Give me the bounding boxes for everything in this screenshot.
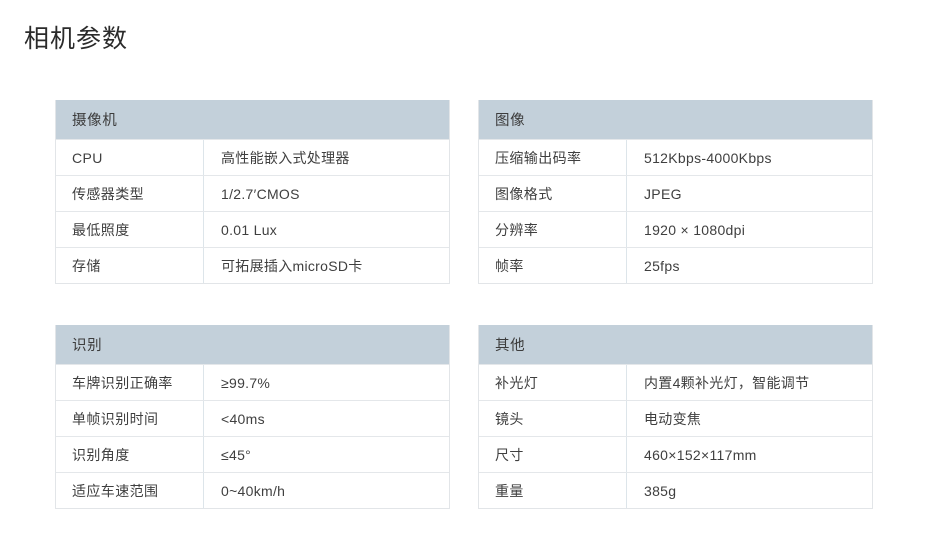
spec-label: 尺寸 xyxy=(479,437,627,472)
camera-spec-page: 相机参数 摄像机 CPU 高性能嵌入式处理器 传感器类型 1/2.7′CMOS … xyxy=(0,0,945,546)
spec-value: 内置4颗补光灯，智能调节 xyxy=(644,374,810,391)
spec-value: 460×152×117mm xyxy=(644,446,757,463)
table-row: 存储 可拓展插入microSD卡 xyxy=(56,247,449,283)
spec-value: ≥99.7% xyxy=(221,374,271,391)
spec-value: 0.01 Lux xyxy=(221,221,278,238)
spec-value: 512Kbps-4000Kbps xyxy=(644,149,772,166)
spec-value: 25fps xyxy=(644,257,680,274)
spec-value: 电动变焦 xyxy=(644,410,702,427)
spec-table-other: 其他 补光灯 内置4颗补光灯，智能调节 镜头 电动变焦 尺寸 460×152×1… xyxy=(478,325,873,509)
table-row: 车牌识别正确率 ≥99.7% xyxy=(56,364,449,400)
spec-label: 压缩输出码率 xyxy=(479,140,627,175)
table-row: 最低照度 0.01 Lux xyxy=(56,211,449,247)
spec-label: 车牌识别正确率 xyxy=(56,365,204,400)
table-row: 补光灯 内置4颗补光灯，智能调节 xyxy=(479,364,872,400)
spec-label: 补光灯 xyxy=(479,365,627,400)
table-row: 镜头 电动变焦 xyxy=(479,400,872,436)
spec-tables-grid: 摄像机 CPU 高性能嵌入式处理器 传感器类型 1/2.7′CMOS 最低照度 … xyxy=(55,100,893,509)
table-row: 图像格式 JPEG xyxy=(479,175,872,211)
table-row: 识别角度 ≤45° xyxy=(56,436,449,472)
table-row: 传感器类型 1/2.7′CMOS xyxy=(56,175,449,211)
spec-label: 分辨率 xyxy=(479,212,627,247)
spec-label: 图像格式 xyxy=(479,176,627,211)
table-row: 重量 385g xyxy=(479,472,872,508)
spec-table-header: 识别 xyxy=(56,325,449,364)
table-row: 分辨率 1920 × 1080dpi xyxy=(479,211,872,247)
spec-label: 重量 xyxy=(479,473,627,508)
spec-value: ≤45° xyxy=(221,446,252,463)
table-row: 适应车速范围 0~40km/h xyxy=(56,472,449,508)
table-row: 压缩输出码率 512Kbps-4000Kbps xyxy=(479,139,872,175)
table-row: CPU 高性能嵌入式处理器 xyxy=(56,139,449,175)
spec-value: 1/2.7′CMOS xyxy=(221,185,300,202)
spec-label: 识别角度 xyxy=(56,437,204,472)
table-row: 单帧识别时间 <40ms xyxy=(56,400,449,436)
spec-value: 可拓展插入microSD卡 xyxy=(221,257,363,274)
page-title: 相机参数 xyxy=(24,25,129,53)
table-row: 帧率 25fps xyxy=(479,247,872,283)
spec-table-camera: 摄像机 CPU 高性能嵌入式处理器 传感器类型 1/2.7′CMOS 最低照度 … xyxy=(55,100,450,284)
spec-label: 适应车速范围 xyxy=(56,473,204,508)
spec-table-header: 其他 xyxy=(479,325,872,364)
spec-table-header: 摄像机 xyxy=(56,100,449,139)
spec-value: <40ms xyxy=(221,410,265,427)
spec-table-image: 图像 压缩输出码率 512Kbps-4000Kbps 图像格式 JPEG 分辨率… xyxy=(478,100,873,284)
spec-value: 1920 × 1080dpi xyxy=(644,221,746,238)
table-row: 尺寸 460×152×117mm xyxy=(479,436,872,472)
spec-value: 385g xyxy=(644,482,677,499)
spec-label: 最低照度 xyxy=(56,212,204,247)
spec-table-recognition: 识别 车牌识别正确率 ≥99.7% 单帧识别时间 <40ms 识别角度 ≤45°… xyxy=(55,325,450,509)
spec-label: 帧率 xyxy=(479,248,627,283)
spec-value: 高性能嵌入式处理器 xyxy=(221,149,350,166)
spec-label: 传感器类型 xyxy=(56,176,204,211)
spec-value: 0~40km/h xyxy=(221,482,286,499)
spec-value: JPEG xyxy=(644,185,682,202)
spec-table-header: 图像 xyxy=(479,100,872,139)
spec-label: 存储 xyxy=(56,248,204,283)
spec-label: CPU xyxy=(56,140,204,175)
spec-label: 镜头 xyxy=(479,401,627,436)
spec-label: 单帧识别时间 xyxy=(56,401,204,436)
